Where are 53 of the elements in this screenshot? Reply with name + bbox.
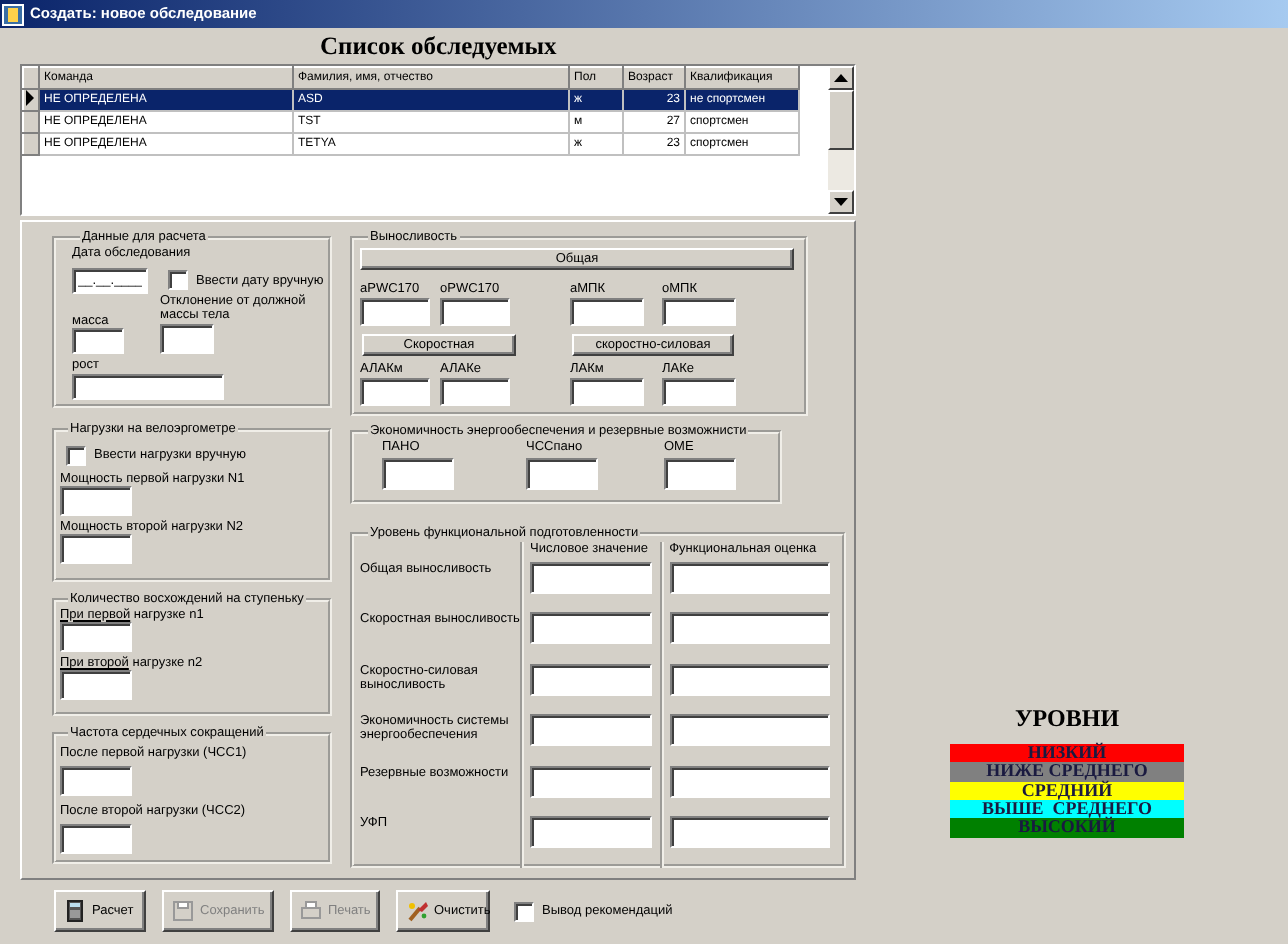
input-field[interactable]	[669, 816, 830, 848]
input-field[interactable]	[669, 714, 830, 746]
input-field[interactable]	[530, 765, 652, 797]
scroll-down-button[interactable]	[828, 190, 854, 214]
input-field[interactable]	[530, 663, 652, 695]
scroll-thumb[interactable]	[828, 90, 854, 150]
checkbox[interactable]	[514, 901, 534, 921]
input-field[interactable]	[669, 663, 830, 695]
input-field[interactable]	[60, 485, 132, 516]
printer-icon	[300, 900, 322, 922]
input-field[interactable]	[382, 457, 454, 490]
level-label: ВЫШЕ СРЕДНЕГО	[950, 799, 1184, 819]
arrow-up-icon	[834, 74, 848, 82]
input-field[interactable]	[669, 612, 830, 644]
arrow-down-icon	[834, 198, 848, 206]
input-field[interactable]	[530, 816, 652, 848]
list-title: Список обследуемых	[320, 32, 557, 60]
input-field[interactable]	[440, 297, 510, 326]
input-field[interactable]	[526, 457, 598, 490]
level-label: НИЗКИЙ	[950, 743, 1184, 763]
input-field[interactable]	[60, 621, 132, 652]
input-field[interactable]	[669, 561, 830, 593]
level-label: СРЕДНИЙ	[950, 781, 1184, 800]
checkbox[interactable]	[168, 270, 188, 291]
input-field[interactable]	[570, 297, 644, 326]
input-field[interactable]	[440, 378, 510, 407]
input-field[interactable]	[530, 612, 652, 644]
row-pointer-icon	[24, 90, 36, 107]
input-field[interactable]	[664, 457, 736, 490]
checkbox[interactable]	[66, 445, 86, 465]
input-field[interactable]	[160, 323, 214, 354]
input-field[interactable]	[60, 670, 132, 701]
scrollbar[interactable]	[828, 66, 854, 214]
scroll-up-button[interactable]	[828, 66, 854, 90]
input-field[interactable]	[60, 534, 132, 565]
input-field[interactable]	[669, 765, 830, 797]
input-field[interactable]	[72, 373, 224, 400]
brush-icon	[406, 900, 428, 922]
input-field[interactable]	[662, 378, 736, 407]
input-field[interactable]	[360, 378, 430, 407]
input-field[interactable]	[530, 714, 652, 746]
input-field[interactable]	[60, 824, 132, 855]
calculator-icon	[64, 900, 86, 922]
input-field[interactable]	[72, 328, 124, 355]
level-label: НИЖЕ СРЕДНЕГО	[950, 762, 1184, 782]
input-field[interactable]	[360, 297, 430, 326]
input-field[interactable]	[570, 378, 644, 407]
input-field[interactable]	[60, 765, 132, 796]
level-label: ВЫСОКИЙ	[950, 818, 1184, 838]
input-field[interactable]	[530, 561, 652, 593]
levels-title: УРОВНИ	[1012, 706, 1122, 734]
app-icon	[2, 3, 24, 25]
input-field[interactable]	[662, 297, 736, 326]
